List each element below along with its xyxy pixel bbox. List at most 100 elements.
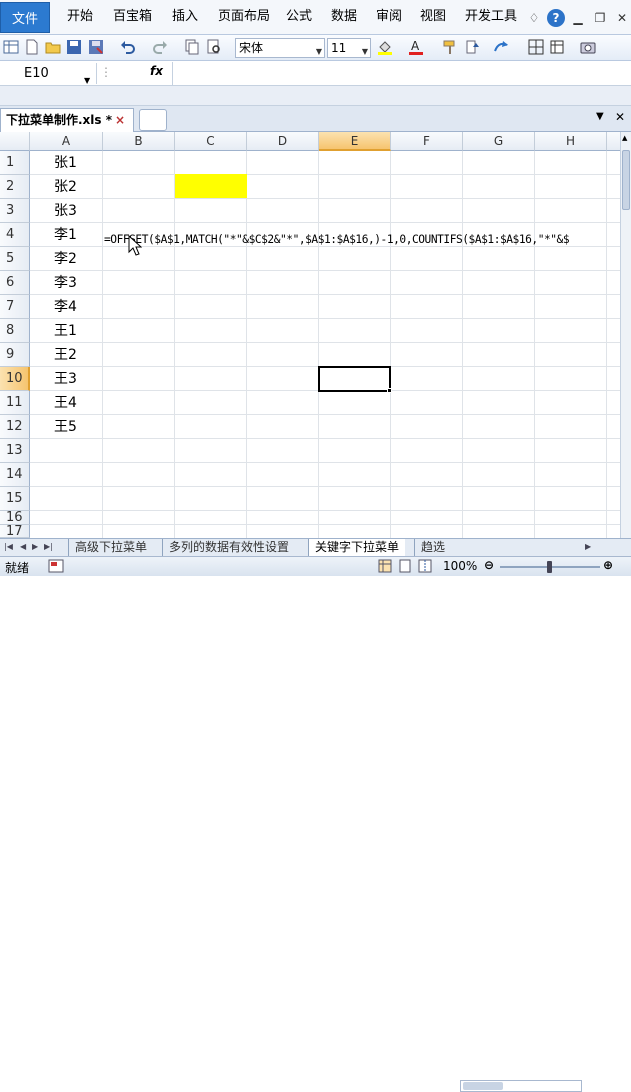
- row-header-5[interactable]: 5: [0, 247, 30, 271]
- zoom-in-icon[interactable]: ⊕: [603, 558, 613, 572]
- row-header-15[interactable]: 15: [0, 487, 30, 511]
- sheet-tab-multi-column-validation[interactable]: 多列的数据有效性设置: [162, 539, 295, 556]
- copy-icon[interactable]: [184, 39, 200, 55]
- cell-a4[interactable]: 李1: [54, 223, 77, 247]
- minimize-icon[interactable]: ▁: [569, 9, 587, 27]
- cell-a2[interactable]: 张2: [54, 175, 77, 199]
- save-icon[interactable]: [66, 39, 82, 55]
- last-sheet-icon[interactable]: ▶|: [44, 542, 53, 551]
- page-break-view-icon[interactable]: [418, 559, 432, 573]
- cell-c2-highlight[interactable]: [175, 174, 247, 198]
- fill-color-icon[interactable]: [377, 39, 393, 55]
- menu-view[interactable]: 视图: [420, 6, 446, 28]
- first-sheet-icon[interactable]: |◀: [4, 542, 13, 551]
- table-icon[interactable]: [3, 39, 19, 55]
- horizontal-scroll-thumb[interactable]: [463, 1082, 503, 1090]
- vertical-scrollbar[interactable]: ▲: [620, 132, 631, 538]
- zoom-level[interactable]: 100%: [443, 559, 477, 573]
- menu-review[interactable]: 审阅: [376, 6, 402, 28]
- cell-a10[interactable]: 王3: [54, 367, 77, 391]
- sort-filter-icon[interactable]: [465, 39, 481, 55]
- cell-b4-formula[interactable]: =OFFSET($A$1,MATCH("*"&$C$2&"*",$A$1:$A$…: [104, 232, 620, 248]
- cell-a11[interactable]: 王4: [54, 391, 77, 415]
- row-header-1[interactable]: 1: [0, 151, 30, 175]
- sheet-tab-advanced-dropdown[interactable]: 高级下拉菜单: [68, 539, 153, 556]
- camera-icon[interactable]: [580, 39, 596, 55]
- scroll-up-icon[interactable]: ▲: [622, 134, 627, 142]
- row-header-13[interactable]: 13: [0, 439, 30, 463]
- row-header-2[interactable]: 2: [0, 175, 30, 199]
- zoom-slider-thumb[interactable]: [547, 561, 552, 573]
- font-name-select[interactable]: 宋体 ▼: [235, 38, 325, 58]
- normal-view-icon[interactable]: [378, 559, 392, 573]
- cell-a9[interactable]: 王2: [54, 343, 77, 367]
- cell-a1[interactable]: 张1: [54, 151, 77, 175]
- cell-a8[interactable]: 王1: [54, 319, 77, 343]
- column-header-c[interactable]: C: [175, 132, 247, 151]
- column-header-b[interactable]: B: [103, 132, 175, 151]
- font-color-icon[interactable]: A: [408, 39, 424, 55]
- fx-icon[interactable]: fx: [150, 64, 163, 78]
- undo-icon[interactable]: [120, 39, 136, 55]
- row-header-14[interactable]: 14: [0, 463, 30, 487]
- cell-a6[interactable]: 李3: [54, 271, 77, 295]
- row-header-3[interactable]: 3: [0, 199, 30, 223]
- open-folder-icon[interactable]: [45, 39, 61, 55]
- cell-a12[interactable]: 王5: [54, 415, 77, 439]
- menu-toolbox[interactable]: 百宝箱: [113, 6, 152, 28]
- column-header-g[interactable]: G: [463, 132, 535, 151]
- row-header-9[interactable]: 9: [0, 343, 30, 367]
- next-sheet-icon[interactable]: ▶: [32, 542, 38, 551]
- row-header-7[interactable]: 7: [0, 295, 30, 319]
- ribbon-collapse-icon[interactable]: ♢: [525, 9, 543, 27]
- menu-formulas[interactable]: 公式: [286, 6, 312, 28]
- new-tab-button[interactable]: [139, 109, 167, 131]
- column-header-e[interactable]: E: [319, 132, 391, 151]
- prev-sheet-icon[interactable]: ◀: [20, 542, 26, 551]
- scroll-right-icon[interactable]: ▶: [585, 542, 591, 551]
- close-icon[interactable]: ✕: [613, 9, 631, 27]
- column-header-d[interactable]: D: [247, 132, 319, 151]
- redo-icon[interactable]: [152, 39, 168, 55]
- menu-home[interactable]: 开始: [67, 6, 93, 28]
- macro-record-icon[interactable]: [48, 559, 64, 573]
- vertical-scroll-thumb[interactable]: [622, 150, 630, 210]
- new-file-icon[interactable]: [24, 39, 40, 55]
- document-tab[interactable]: 下拉菜单制作.xls * ×: [0, 108, 134, 132]
- row-header-11[interactable]: 11: [0, 391, 30, 415]
- row-header-17[interactable]: 17: [0, 525, 30, 538]
- close-tab-icon[interactable]: ×: [115, 109, 125, 131]
- column-header-f[interactable]: F: [391, 132, 463, 151]
- format-painter-icon[interactable]: [442, 39, 458, 55]
- formula-input[interactable]: [172, 62, 631, 85]
- file-menu-button[interactable]: 文件: [0, 2, 50, 33]
- select-all-corner[interactable]: [0, 132, 30, 151]
- row-header-12[interactable]: 12: [0, 415, 30, 439]
- row-header-16[interactable]: 16: [0, 511, 30, 525]
- zoom-out-icon[interactable]: ⊖: [484, 558, 494, 572]
- font-size-select[interactable]: 11 ▼: [327, 38, 371, 58]
- cell-a7[interactable]: 李4: [54, 295, 77, 319]
- fill-handle[interactable]: [387, 388, 392, 393]
- insert-table-icon[interactable]: [550, 39, 566, 55]
- menu-developer[interactable]: 开发工具: [465, 6, 517, 28]
- row-header-6[interactable]: 6: [0, 271, 30, 295]
- row-header-10[interactable]: 10: [0, 367, 30, 391]
- name-box[interactable]: E10 ▼: [0, 63, 97, 85]
- menu-page-layout[interactable]: 页面布局: [218, 6, 270, 28]
- help-icon[interactable]: ?: [547, 9, 565, 27]
- horizontal-scrollbar[interactable]: [460, 1080, 582, 1092]
- spreadsheet-grid[interactable]: A B C D E F G H 1 2 3 4 5 6 7 8 9 10 11 …: [0, 132, 620, 538]
- column-header-i[interactable]: [607, 132, 620, 151]
- page-layout-view-icon[interactable]: [398, 559, 412, 573]
- tab-list-icon[interactable]: ▼: [596, 111, 604, 122]
- lookup-icon[interactable]: [493, 39, 509, 55]
- row-header-4[interactable]: 4: [0, 223, 30, 247]
- sheet-tab-filter[interactable]: 趋选: [414, 539, 456, 556]
- active-cell-e10[interactable]: [318, 366, 391, 392]
- save-as-icon[interactable]: [88, 39, 104, 55]
- menu-insert[interactable]: 插入: [172, 6, 198, 28]
- row-header-8[interactable]: 8: [0, 319, 30, 343]
- cell-a3[interactable]: 张3: [54, 199, 77, 223]
- close-document-icon[interactable]: ✕: [615, 110, 625, 124]
